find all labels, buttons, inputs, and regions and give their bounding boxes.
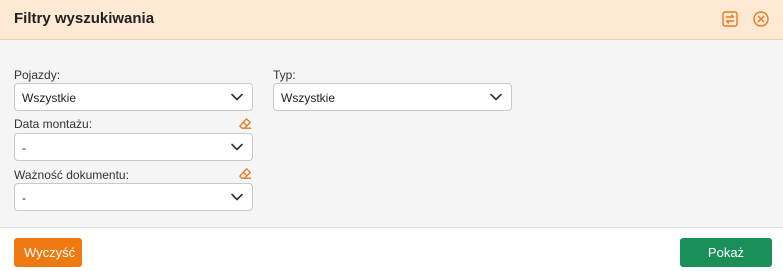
mount-date-label: Data montażu: xyxy=(14,117,93,131)
type-label: Typ: xyxy=(273,68,296,82)
filter-panel-footer: Wyczyść Pokaż wyniki xyxy=(0,227,783,271)
document-validity-select-value: - xyxy=(22,191,26,205)
chevron-down-icon xyxy=(231,193,243,201)
vehicles-select-value: Wszystkie xyxy=(22,91,76,105)
chevron-down-icon xyxy=(231,93,243,101)
swap-icon[interactable] xyxy=(721,10,739,28)
filter-panel-body: Pojazdy: Wszystkie Typ: Wszystkie Data m… xyxy=(0,41,783,227)
mount-date-select[interactable]: - xyxy=(14,133,253,161)
close-icon[interactable] xyxy=(752,10,770,28)
show-results-button[interactable]: Pokaż wyniki xyxy=(680,238,772,267)
chevron-down-icon xyxy=(490,93,502,101)
type-select-value: Wszystkie xyxy=(281,91,335,105)
vehicles-select[interactable]: Wszystkie xyxy=(14,83,253,111)
clear-button[interactable]: Wyczyść xyxy=(14,238,82,267)
panel-title: Filtry wyszukiwania xyxy=(14,10,155,27)
mount-date-select-value: - xyxy=(22,141,26,155)
document-validity-select[interactable]: - xyxy=(14,183,253,211)
chevron-down-icon xyxy=(231,143,243,151)
vehicles-label: Pojazdy: xyxy=(14,68,61,82)
type-select[interactable]: Wszystkie xyxy=(273,83,512,111)
eraser-icon[interactable] xyxy=(238,117,252,131)
eraser-icon[interactable] xyxy=(238,167,252,181)
filter-panel-header: Filtry wyszukiwania xyxy=(0,0,783,40)
document-validity-label: Ważność dokumentu: xyxy=(14,168,129,182)
